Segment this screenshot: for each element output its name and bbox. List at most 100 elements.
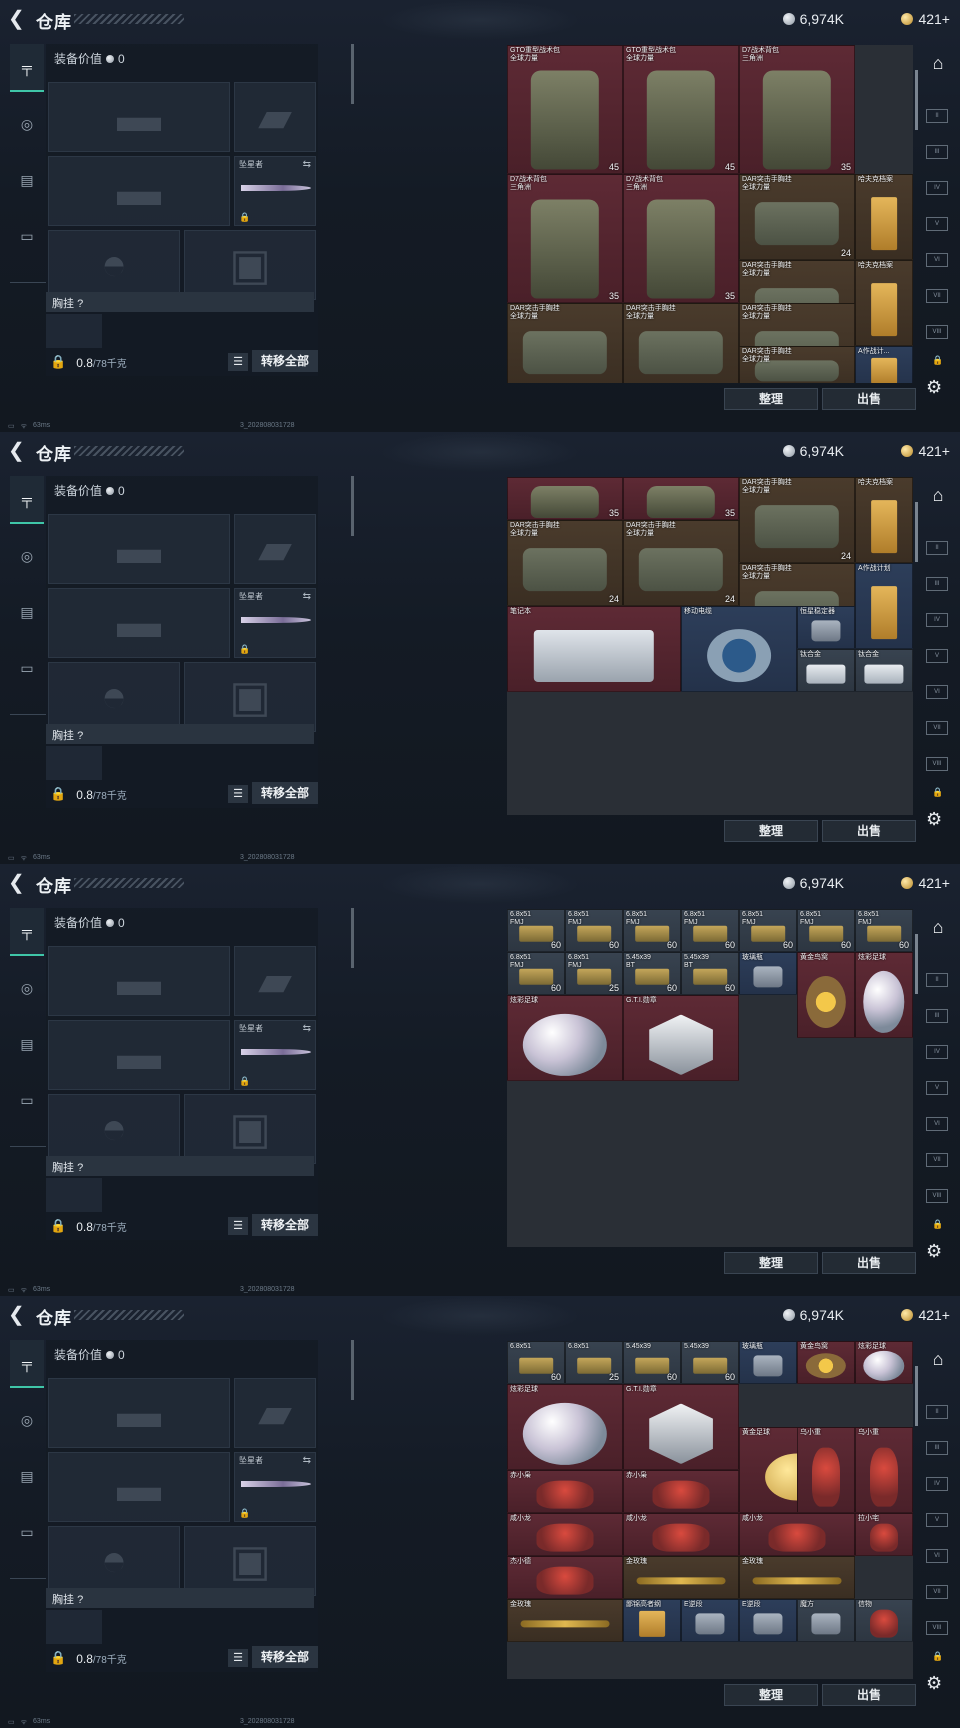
armor-slot[interactable]: ▣ xyxy=(184,1526,316,1596)
inventory-item[interactable]: 6.8x51 FMJ 60 xyxy=(565,909,623,952)
stash-page-6-icon[interactable]: VI xyxy=(926,1549,948,1563)
stash-page-2-icon[interactable]: II xyxy=(926,973,948,987)
inventory-scrollbar[interactable] xyxy=(915,1366,918,1426)
loadout-scrollbar[interactable] xyxy=(351,1340,354,1400)
chest-rig-header[interactable]: 胸挂 ? xyxy=(46,724,314,744)
helmet-slot[interactable]: ◓ xyxy=(48,1526,180,1596)
inventory-item[interactable]: 乌小重 xyxy=(855,1427,913,1513)
inventory-item[interactable]: 钛合金 xyxy=(855,649,913,692)
stash-page-6-icon[interactable]: VI xyxy=(926,685,948,699)
chest-rig-slot[interactable] xyxy=(46,746,102,780)
stash-page-8-icon[interactable]: VIII xyxy=(926,1189,948,1203)
inventory-item[interactable]: 玻璃瓶 xyxy=(739,952,797,995)
gold-currency[interactable]: 421+ xyxy=(901,1305,950,1325)
pistol-slot[interactable]: ▰ xyxy=(234,514,316,584)
secondary-weapon-slot[interactable]: ▬ xyxy=(48,1452,230,1522)
inventory-item[interactable]: DAR突击手胸挂 全球力量 xyxy=(623,303,739,383)
list-view-button[interactable]: ☰ xyxy=(228,353,248,371)
inventory-item[interactable]: 赤小枭 xyxy=(507,1470,623,1513)
stash-page-6-icon[interactable]: VI xyxy=(926,253,948,267)
inventory-item[interactable]: 金玫瑰 xyxy=(623,1556,739,1599)
inventory-item[interactable]: 咸小龙 xyxy=(739,1513,855,1556)
inventory-item[interactable]: 6.8x51 FMJ 60 xyxy=(797,909,855,952)
stash-page-4-icon[interactable]: IV xyxy=(926,181,948,195)
chest-rig-header[interactable]: 胸挂 ? xyxy=(46,292,314,312)
melee-slot[interactable]: 坠星者 ⇆ 🔒 xyxy=(234,156,316,226)
inventory-item[interactable]: GTO重型战术包 全球力量 45 xyxy=(507,45,623,174)
stash-main-icon[interactable]: ⌂ xyxy=(922,485,954,511)
inventory-item[interactable]: 炫彩足球 xyxy=(855,952,913,1038)
stash-page-4-icon[interactable]: IV xyxy=(926,1477,948,1491)
secondary-weapon-slot[interactable]: ▬ xyxy=(48,156,230,226)
settings-gear-icon[interactable]: ⚙ xyxy=(926,1673,942,1694)
inventory-item[interactable]: E逆段 xyxy=(681,1599,739,1642)
sell-button[interactable]: 出售 xyxy=(822,1684,916,1706)
chest-rig-header[interactable]: 胸挂 ? xyxy=(46,1156,314,1176)
inventory-item[interactable]: 金玫瑰 xyxy=(507,1599,623,1642)
stash-main-icon[interactable]: ⌂ xyxy=(922,917,954,943)
stash-page-2-icon[interactable]: II xyxy=(926,109,948,123)
inventory-item[interactable]: 钛合金 xyxy=(797,649,855,692)
loadout-scrollbar[interactable] xyxy=(351,908,354,968)
helmet-tab-icon[interactable]: ◎ xyxy=(10,100,44,148)
primary-weapon-slot[interactable]: ▬ xyxy=(48,514,230,584)
back-arrow-icon[interactable]: ❮ xyxy=(8,8,28,30)
stash-page-3-icon[interactable]: III xyxy=(926,577,948,591)
list-view-button[interactable]: ☰ xyxy=(228,785,248,803)
swap-icon[interactable]: ⇆ xyxy=(303,1455,311,1466)
inventory-item[interactable]: 哈夫克档案 xyxy=(855,260,913,346)
stash-page-8-icon[interactable]: VIII xyxy=(926,1621,948,1635)
inventory-item[interactable]: D7战术背包 三角洲 35 xyxy=(507,174,623,303)
inventory-item[interactable]: 金玫瑰 xyxy=(739,1556,855,1599)
stash-page-7-icon[interactable]: VII xyxy=(926,1585,948,1599)
inventory-item[interactable]: 咸小龙 xyxy=(507,1513,623,1556)
armor-tab-icon[interactable]: ▤ xyxy=(10,1452,44,1500)
inventory-item[interactable]: G.T.I.勋章 xyxy=(623,995,739,1081)
gold-currency[interactable]: 421+ xyxy=(901,441,950,461)
inventory-item[interactable]: DAR突击手胸挂 全球力量 24 xyxy=(739,477,855,563)
chest-rig-slot[interactable] xyxy=(46,314,102,348)
primary-weapon-slot[interactable]: ▬ xyxy=(48,946,230,1016)
inventory-item[interactable]: 6.8x51 FMJ 60 xyxy=(507,909,565,952)
inventory-item[interactable]: 6.8x51 FMJ 60 xyxy=(507,952,565,995)
inventory-scrollbar[interactable] xyxy=(915,502,918,562)
silver-currency[interactable]: 6,974K xyxy=(782,441,844,461)
stash-page-5-icon[interactable]: V xyxy=(926,1081,948,1095)
inventory-item[interactable]: DAR突击手胸挂 全球力量 24 xyxy=(507,520,623,606)
inventory-item[interactable]: 5.45x39 BT 60 xyxy=(681,952,739,995)
backpack-tab-icon[interactable]: ▭ xyxy=(10,1508,44,1556)
helmet-tab-icon[interactable]: ◎ xyxy=(10,1396,44,1444)
stash-page-5-icon[interactable]: V xyxy=(926,1513,948,1527)
inventory-item[interactable]: 炫彩足球 xyxy=(507,1384,623,1470)
sort-button[interactable]: 整理 xyxy=(724,388,818,410)
inventory-item[interactable]: G.T.I.勋章 xyxy=(623,1384,739,1470)
inventory-item[interactable]: 移动电缆 xyxy=(681,606,797,692)
backpack-tab-icon[interactable]: ▭ xyxy=(10,1076,44,1124)
inventory-item[interactable]: 6.8x51 FMJ 60 xyxy=(855,909,913,952)
stash-page-4-icon[interactable]: IV xyxy=(926,1045,948,1059)
inventory-item[interactable]: 6.8x51 FMJ 60 xyxy=(739,909,797,952)
inventory-item[interactable]: 哈夫克档案 xyxy=(855,477,913,563)
transfer-all-button[interactable]: 转移全部 xyxy=(252,350,318,372)
inventory-item[interactable]: DAR突击手胸挂 全球力量 xyxy=(507,303,623,383)
inventory-item[interactable]: 信物 xyxy=(855,1599,913,1642)
stash-page-7-icon[interactable]: VII xyxy=(926,289,948,303)
pistol-slot[interactable]: ▰ xyxy=(234,82,316,152)
inventory-item[interactable]: 玻璃瓶 xyxy=(739,1341,797,1384)
helmet-slot[interactable]: ◓ xyxy=(48,230,180,300)
swap-icon[interactable]: ⇆ xyxy=(303,591,311,602)
backpack-tab-icon[interactable]: ▭ xyxy=(10,212,44,260)
helmet-slot[interactable]: ◓ xyxy=(48,1094,180,1164)
inventory-item[interactable]: 6.8x51 FMJ 60 xyxy=(623,909,681,952)
help-icon[interactable]: ? xyxy=(77,298,83,310)
list-view-button[interactable]: ☰ xyxy=(228,1217,248,1235)
inventory-item[interactable]: A作战计划 xyxy=(855,563,913,649)
inventory-item[interactable]: 魔方 xyxy=(797,1599,855,1642)
secondary-weapon-slot[interactable]: ▬ xyxy=(48,588,230,658)
inventory-item[interactable]: 35 xyxy=(623,477,739,520)
loadout-scrollbar[interactable] xyxy=(351,44,354,104)
transfer-all-button[interactable]: 转移全部 xyxy=(252,1214,318,1236)
stash-page-3-icon[interactable]: III xyxy=(926,145,948,159)
inventory-item[interactable]: 哈夫克档案 xyxy=(855,174,913,260)
armor-tab-icon[interactable]: ▤ xyxy=(10,1020,44,1068)
